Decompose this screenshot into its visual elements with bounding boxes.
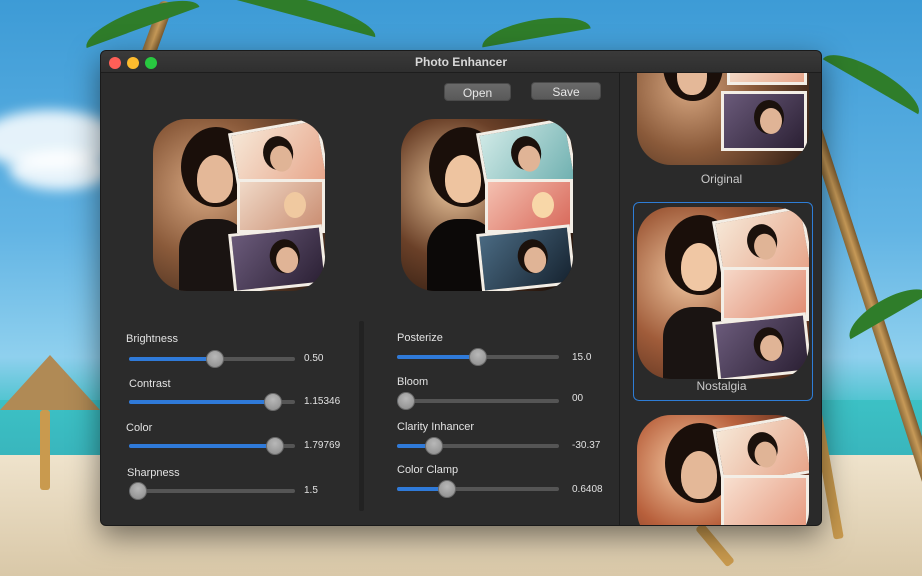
clarity-inhancer-value: -30.37	[572, 440, 601, 451]
collage-card	[476, 224, 573, 291]
beach-hut-roof	[0, 355, 100, 410]
panel-divider	[359, 321, 364, 511]
filter-label-original: Original	[700, 172, 743, 186]
color-label: Color	[126, 422, 153, 434]
cloud	[10, 150, 110, 190]
posterize-value: 15.0	[572, 352, 592, 363]
bloom-label: Bloom	[397, 376, 429, 388]
contrast-value: 1.15346	[304, 396, 341, 407]
window-title: Photo Enhancer	[414, 55, 507, 69]
clarity-inhancer-label: Clarity Inhancer	[397, 421, 475, 433]
contrast-slider[interactable]	[129, 393, 295, 411]
clarity-inhancer-slider[interactable]	[397, 437, 559, 455]
slider-knob[interactable]	[397, 392, 415, 410]
color-slider[interactable]	[129, 437, 295, 455]
slider-knob[interactable]	[266, 437, 285, 455]
collage-card	[228, 224, 325, 291]
slider-knob[interactable]	[438, 480, 457, 498]
sharpness-slider[interactable]	[129, 482, 295, 500]
slider-knob[interactable]	[425, 437, 444, 455]
posterize-slider[interactable]	[397, 348, 559, 366]
slider-knob[interactable]	[129, 482, 147, 500]
brightness-label: Brightness	[126, 333, 178, 345]
bloom-value: 00	[572, 393, 584, 404]
palm-frond	[230, 0, 380, 38]
palm-frond	[80, 0, 200, 48]
bloom-slider[interactable]	[397, 392, 559, 410]
filter-sidebar[interactable]: Original Nostalgia	[619, 73, 821, 525]
palm-frond	[479, 10, 591, 48]
portrait-face	[445, 155, 481, 203]
filter-label-nostalgia: Nostalgia	[696, 379, 747, 393]
slider-knob[interactable]	[469, 348, 487, 366]
beach-chair	[40, 410, 50, 490]
sharpness-value: 1.5	[304, 485, 318, 496]
open-button[interactable]: Open	[444, 83, 511, 101]
color-value: 1.79769	[304, 440, 341, 451]
title-bar[interactable]: Photo Enhancer	[101, 51, 821, 73]
color-clamp-label: Color Clamp	[397, 464, 459, 476]
color-clamp-value: 0.6408	[572, 484, 603, 495]
slider-knob[interactable]	[264, 393, 283, 411]
palm-frond	[822, 43, 922, 115]
contrast-label: Contrast	[129, 378, 171, 390]
color-clamp-slider[interactable]	[397, 480, 559, 498]
filter-thumb-nostalgia[interactable]	[637, 207, 809, 379]
brightness-slider[interactable]	[129, 350, 295, 368]
enhanced-image-preview	[401, 119, 573, 291]
original-image-preview	[153, 119, 325, 291]
slider-knob[interactable]	[206, 350, 225, 368]
filter-thumb-3[interactable]	[637, 415, 809, 525]
photo-enhancer-window: Photo Enhancer Open Save Brightness 0.50…	[100, 50, 822, 526]
portrait-face	[197, 155, 233, 203]
sharpness-label: Sharpness	[127, 467, 180, 479]
save-button[interactable]: Save	[531, 82, 601, 100]
filter-thumb-original[interactable]	[637, 73, 809, 165]
brightness-value: 0.50	[304, 353, 324, 364]
posterize-label: Posterize	[397, 332, 443, 344]
